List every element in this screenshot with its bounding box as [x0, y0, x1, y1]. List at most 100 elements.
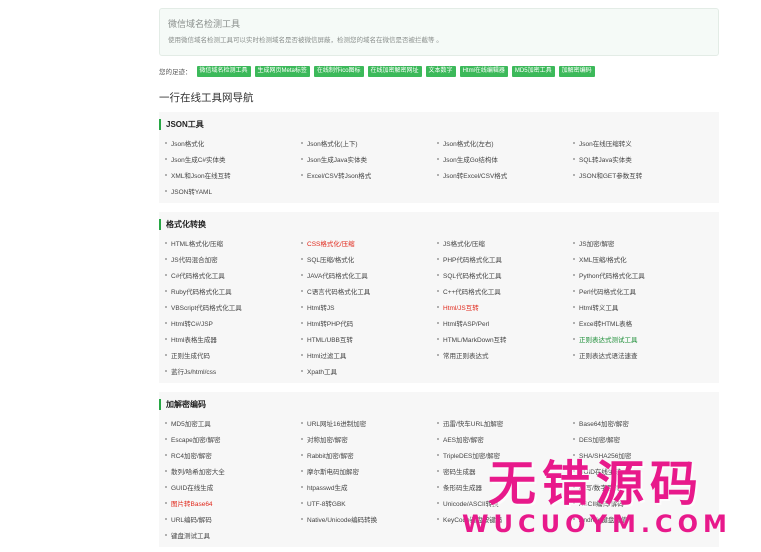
tool-link[interactable]: HTML格式化/压缩: [165, 235, 301, 251]
tool-link[interactable]: Json格式化: [165, 135, 301, 151]
tool-link[interactable]: Html转义工具: [573, 299, 709, 315]
tool-link[interactable]: DES加密/解密: [573, 431, 709, 447]
tool-link[interactable]: ASCII编码/解码: [573, 495, 709, 511]
tool-link[interactable]: Python代码格式化工具: [573, 267, 709, 283]
tool-link[interactable]: C语言代码格式化工具: [301, 283, 437, 299]
tool-link[interactable]: URL网址16进制加密: [301, 415, 437, 431]
tool-link[interactable]: Html过滤工具: [301, 347, 437, 363]
tool-link[interactable]: XML压缩/格式化: [573, 251, 709, 267]
tool-link[interactable]: UUID在线生成: [573, 463, 709, 479]
tool-link[interactable]: 对称加密/解密: [301, 431, 437, 447]
tool-link[interactable]: CSS格式化/压缩: [301, 235, 437, 251]
tool-link-label: HTML格式化/压缩: [171, 241, 223, 248]
bullet-icon: [437, 158, 439, 160]
bullet-icon: [301, 142, 303, 144]
tool-link[interactable]: Html表格生成器: [165, 331, 301, 347]
tool-link[interactable]: JS代码混合加密: [165, 251, 301, 267]
tool-link[interactable]: Json生成Go结构体: [437, 151, 573, 167]
tool-link[interactable]: SQL转Java实体类: [573, 151, 709, 167]
tool-link[interactable]: VBScript代码格式化工具: [165, 299, 301, 315]
recent-tool-chip[interactable]: 在线加密解密网址: [367, 65, 422, 77]
tool-link[interactable]: Html转C#/JSP: [165, 315, 301, 331]
bullet-icon: [165, 454, 167, 456]
tool-link[interactable]: SHA/SHA256加密: [573, 447, 709, 463]
tool-link[interactable]: Xpath工具: [301, 363, 437, 379]
tool-link[interactable]: Unicode/ASCII转换: [437, 495, 573, 511]
tool-link[interactable]: AES加密/解密: [437, 431, 573, 447]
tool-link[interactable]: HTML/MarkDown互转: [437, 331, 573, 347]
bullet-icon: [573, 306, 575, 308]
tool-link[interactable]: Html转ASP/Perl: [437, 315, 573, 331]
tool-link[interactable]: C++代码格式化工具: [437, 283, 573, 299]
tool-link-label: Html转PHP代码: [307, 321, 354, 328]
tool-link[interactable]: htpasswd生成: [301, 479, 437, 495]
bullet-icon: [301, 470, 303, 472]
recent-tool-chip[interactable]: MD5加密工具: [511, 65, 555, 77]
tool-link[interactable]: Json转Excel/CSV格式: [437, 167, 573, 183]
bullet-icon: [573, 274, 575, 276]
tool-link[interactable]: 散列/哈希加密大全: [165, 463, 301, 479]
tool-link[interactable]: Html/JS互转: [437, 299, 573, 315]
tool-link[interactable]: JSON转YAML: [165, 183, 301, 199]
tool-link[interactable]: 小写/数字互转: [573, 479, 709, 495]
tool-link[interactable]: Base64加密/解密: [573, 415, 709, 431]
tool-link[interactable]: 正则生成代码: [165, 347, 301, 363]
bullet-icon: [437, 242, 439, 244]
tool-link[interactable]: Perl代码格式化工具: [573, 283, 709, 299]
tool-link[interactable]: XML和Json在线互转: [165, 167, 301, 183]
tool-link[interactable]: Rabbit加密/解密: [301, 447, 437, 463]
tool-link[interactable]: Json生成C#实体类: [165, 151, 301, 167]
tool-link[interactable]: RC4加密/解密: [165, 447, 301, 463]
tool-link[interactable]: Excel转HTML表格: [573, 315, 709, 331]
tool-link[interactable]: URL编码/解码: [165, 511, 301, 527]
tool-link[interactable]: JS格式化/压缩: [437, 235, 573, 251]
tool-link[interactable]: PHP代码格式化工具: [437, 251, 573, 267]
tool-link[interactable]: Escape加密/解密: [165, 431, 301, 447]
tool-link[interactable]: Native/Unicode编码转换: [301, 511, 437, 527]
recent-tool-chip[interactable]: 文本数字: [425, 65, 456, 77]
tool-link[interactable]: GUID在线生成: [165, 479, 301, 495]
recent-tool-chip[interactable]: 加解密编码: [558, 65, 595, 77]
tool-link[interactable]: TripleDES加密/解密: [437, 447, 573, 463]
tool-link[interactable]: Ruby代码格式化工具: [165, 283, 301, 299]
tool-link[interactable]: KeyCode键盘按键码: [437, 511, 573, 527]
tool-sections: JSON工具 Json格式化 Json格式化(上下) Json格式化(左右) Json在…: [159, 112, 719, 547]
tool-link[interactable]: 蓝行Js/html/css: [165, 363, 301, 379]
tool-link[interactable]: Json生成Java实体类: [301, 151, 437, 167]
recent-tool-chip[interactable]: 在线制作ico图标: [313, 65, 364, 77]
tool-link[interactable]: Json格式化(上下): [301, 135, 437, 151]
tool-link[interactable]: UTF-8转GBK: [301, 495, 437, 511]
tool-link[interactable]: HTML/UBB互转: [301, 331, 437, 347]
tool-link[interactable]: Excel/CSV转Json格式: [301, 167, 437, 183]
tool-link[interactable]: SQL代码格式化工具: [437, 267, 573, 283]
bullet-icon: [437, 142, 439, 144]
tool-link[interactable]: MD5加密工具: [165, 415, 301, 431]
tool-link[interactable]: 正则表达式语法速查: [573, 347, 709, 363]
tool-link[interactable]: 摩尔斯电码加解密: [301, 463, 437, 479]
tool-link[interactable]: 键盘测试工具: [165, 527, 301, 543]
recent-tool-chip[interactable]: Html在线编辑器: [459, 65, 508, 77]
tool-link[interactable]: 常用正则表达式: [437, 347, 573, 363]
tool-link-label: XML压缩/格式化: [579, 257, 627, 264]
tool-link[interactable]: Json在线压缩转义: [573, 135, 709, 151]
tool-link[interactable]: 密码生成器: [437, 463, 573, 479]
tool-link[interactable]: Html转PHP代码: [301, 315, 437, 331]
tool-link[interactable]: SQL压缩/格式化: [301, 251, 437, 267]
tool-link[interactable]: 迅雷/快车URL加解密: [437, 415, 573, 431]
tool-link[interactable]: C#代码格式化工具: [165, 267, 301, 283]
recent-tool-chip[interactable]: 生成网页Meta标签: [254, 65, 310, 77]
bullet-icon: [573, 438, 575, 440]
tool-link[interactable]: JSON和GET参数互转: [573, 167, 709, 183]
tool-link[interactable]: Html转JS: [301, 299, 437, 315]
bullet-icon: [301, 290, 303, 292]
tool-link[interactable]: 图片转Base64: [165, 495, 301, 511]
tool-link[interactable]: JS加密/解密: [573, 235, 709, 251]
recent-tool-chip[interactable]: 微信域名检测工具: [196, 65, 251, 77]
tool-link[interactable]: Json格式化(左右): [437, 135, 573, 151]
tool-link-grid: Json格式化 Json格式化(上下) Json格式化(左右) Json在线压缩转义 J…: [159, 135, 719, 199]
tool-link[interactable]: 条形码生成器: [437, 479, 573, 495]
tool-link[interactable]: JAVA代码格式化工具: [301, 267, 437, 283]
tool-link[interactable]: Android键盘键值: [573, 511, 709, 527]
bullet-icon: [165, 338, 167, 340]
tool-link[interactable]: 正则表达式测试工具: [573, 331, 709, 347]
